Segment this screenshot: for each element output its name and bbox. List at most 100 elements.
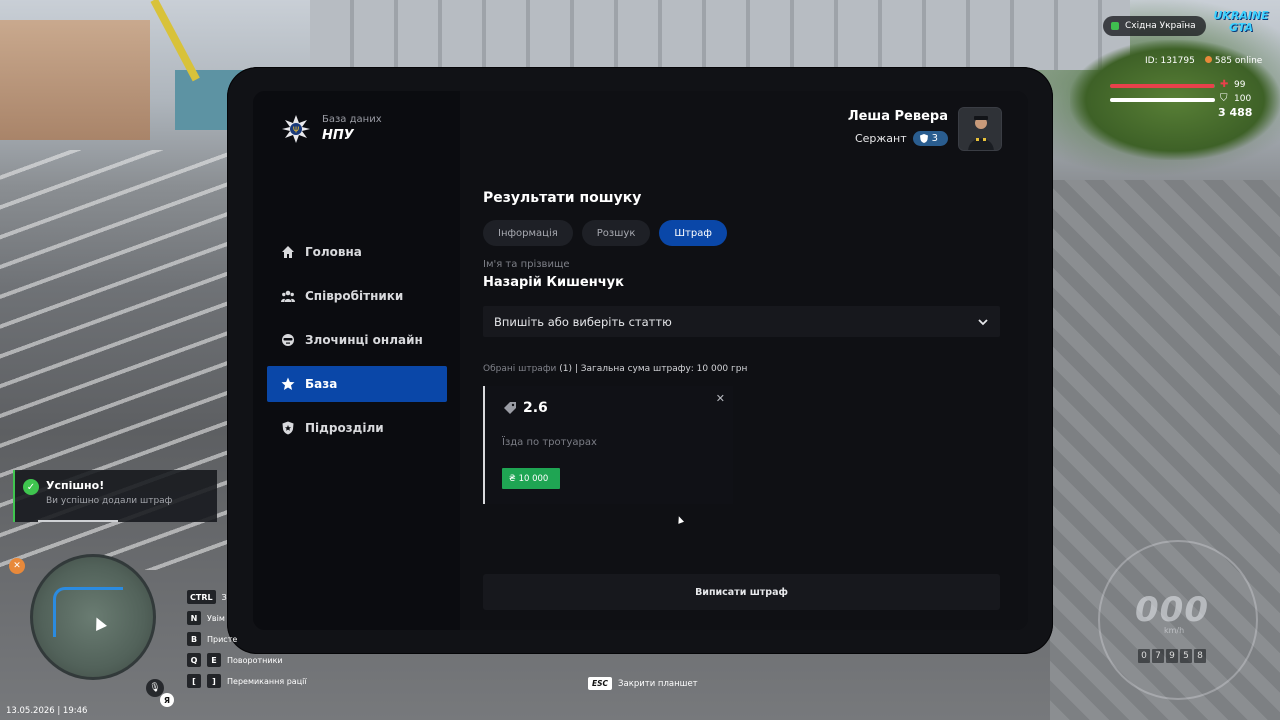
close-tablet-hint: ESC Закрити планшет — [588, 677, 698, 690]
keybind-label: Увім — [207, 613, 225, 623]
fine-description: Їзда по тротуарах — [502, 437, 597, 448]
sidebar-item-home[interactable]: Головна — [267, 234, 447, 270]
keybind-label: Перемикання рації — [227, 676, 307, 686]
fine-card: ✕ 2.6 Їзда по тротуарах ₴ 10 000 — [483, 386, 733, 504]
sidebar-nav: Головна Співробітники Злочинці онлайн Ба… — [267, 234, 447, 454]
minimap-route — [53, 587, 123, 637]
armor-icon: ⛉ — [1220, 93, 1228, 104]
rank-label: Сержант — [854, 132, 907, 145]
keybind-row: B Присте — [187, 630, 307, 648]
sidebar-item-database[interactable]: База — [267, 366, 447, 402]
issue-fine-button[interactable]: Виписати штраф — [483, 574, 1000, 610]
speed-unit: km/h — [1164, 626, 1185, 635]
region-icon — [1111, 22, 1119, 30]
background-building — [0, 20, 150, 140]
success-toast: ✓ Успішно! Ви успішно додали штраф — [13, 470, 217, 522]
keybind-label: З — [221, 592, 227, 602]
player-id: ID: 131795 — [1145, 56, 1195, 66]
user-name: Леша Ревера — [847, 109, 948, 124]
person-name: Назарій Кишенчук — [483, 275, 624, 290]
rank-level: 3 — [931, 133, 938, 144]
sidebar-item-label: Злочинці онлайн — [305, 333, 423, 347]
sidebar: Ψ База даних НПУ Головна Співробітники З… — [253, 91, 460, 630]
odometer-digit: 9 — [1166, 649, 1178, 663]
app-title: НПУ — [322, 128, 354, 143]
region-label: Східна Україна — [1125, 21, 1196, 31]
money-value: 3 488 — [1218, 106, 1253, 119]
sidebar-item-units[interactable]: Підрозділи — [267, 410, 447, 446]
odometer-digit: 7 — [1152, 649, 1164, 663]
article-select-placeholder: Впишіть або виберіть статтю — [494, 314, 672, 329]
sidebar-item-label: Підрозділи — [305, 421, 384, 435]
online-count: 585 online — [1204, 56, 1263, 66]
keybind-row: CTRL З — [187, 588, 307, 606]
toast-progress — [38, 520, 118, 522]
key: N — [187, 611, 201, 625]
sidebar-item-label: Співробітники — [305, 289, 404, 303]
shield-icon — [919, 134, 928, 143]
language-indicator: Я — [160, 693, 174, 707]
minimap — [30, 554, 156, 680]
chevron-down-icon — [978, 315, 988, 329]
avatar — [958, 107, 1002, 151]
key: E — [207, 653, 221, 667]
home-icon — [281, 245, 295, 259]
close-icon[interactable]: ✕ — [716, 392, 725, 405]
region-indicator: Східна Україна — [1103, 16, 1206, 36]
armor-value: 100 — [1234, 94, 1252, 104]
datetime: 13.05.2026 | 19:46 — [6, 706, 88, 716]
health-bar — [1110, 84, 1215, 88]
sidebar-item-employees[interactable]: Співробітники — [267, 278, 447, 314]
fine-code-value: 2.6 — [523, 400, 548, 416]
key: [ — [187, 674, 201, 688]
toast-title: Успішно! — [46, 479, 105, 492]
keybind-label: Присте — [207, 634, 238, 644]
health-icon: ✚ — [1220, 79, 1229, 90]
police-star-icon: Ψ — [280, 113, 312, 145]
keybind-row: [ ] Перемикання рації — [187, 672, 307, 690]
toast-text: Ви успішно додали штраф — [46, 496, 173, 506]
users-icon — [281, 289, 295, 303]
name-label: Ім'я та прізвище — [483, 259, 570, 270]
tab-information[interactable]: Інформація — [483, 220, 573, 246]
tab-fine[interactable]: Штраф — [659, 220, 727, 246]
article-select[interactable]: Впишіть або виберіть статтю — [483, 306, 1000, 337]
summary-count: (1) — [559, 364, 572, 374]
rank-badge: 3 — [912, 131, 948, 146]
esc-key: ESC — [588, 677, 613, 690]
fine-amount: 10 000 — [518, 473, 549, 484]
sidebar-item-label: База — [305, 377, 338, 391]
keybind-hints: CTRL З N Увім B Присте Q E Поворотники [… — [187, 588, 307, 693]
player-info: ID: 131795 585 online — [1145, 56, 1262, 66]
odometer-digit: 8 — [1194, 649, 1206, 663]
app-subtitle: База даних — [322, 114, 382, 125]
odometer-digit: 0 — [1138, 649, 1150, 663]
keybind-label: Поворотники — [227, 655, 283, 665]
speed-value: 000 — [1135, 590, 1209, 630]
online-label: 585 online — [1214, 56, 1263, 66]
result-tabs: Інформація Розшук Штраф — [483, 220, 727, 246]
key: CTRL — [187, 590, 216, 604]
summary-total: | Загальна сума штрафу: 10 000 грн — [574, 364, 748, 374]
tag-icon — [504, 402, 516, 414]
close-tablet-label: Закрити планшет — [618, 678, 698, 689]
keybind-row: Q E Поворотники — [187, 651, 307, 669]
user-rank: Сержант 3 — [855, 131, 948, 146]
summary-label: Обрані штрафи — [483, 364, 557, 374]
wrench-icon: ✕ — [9, 558, 25, 574]
key: B — [187, 632, 201, 646]
main-content: Леша Ревера Сержант 3 Результати пошуку … — [460, 91, 1028, 630]
health-value: 99 — [1234, 80, 1246, 90]
online-icon — [1204, 56, 1212, 63]
tablet-screen: Ψ База даних НПУ Головна Співробітники З… — [253, 91, 1028, 630]
results-title: Результати пошуку — [483, 190, 642, 206]
sidebar-item-label: Головна — [305, 245, 362, 259]
svg-text:Ψ: Ψ — [293, 126, 299, 135]
star-icon — [281, 377, 295, 391]
armor-bar — [1110, 98, 1215, 102]
fines-summary: Обрані штрафи (1) | Загальна сума штрафу… — [483, 364, 747, 374]
key: ] — [207, 674, 221, 688]
sidebar-item-criminals-online[interactable]: Злочинці онлайн — [267, 322, 447, 358]
tab-wanted[interactable]: Розшук — [581, 220, 651, 246]
criminal-icon — [281, 333, 295, 347]
